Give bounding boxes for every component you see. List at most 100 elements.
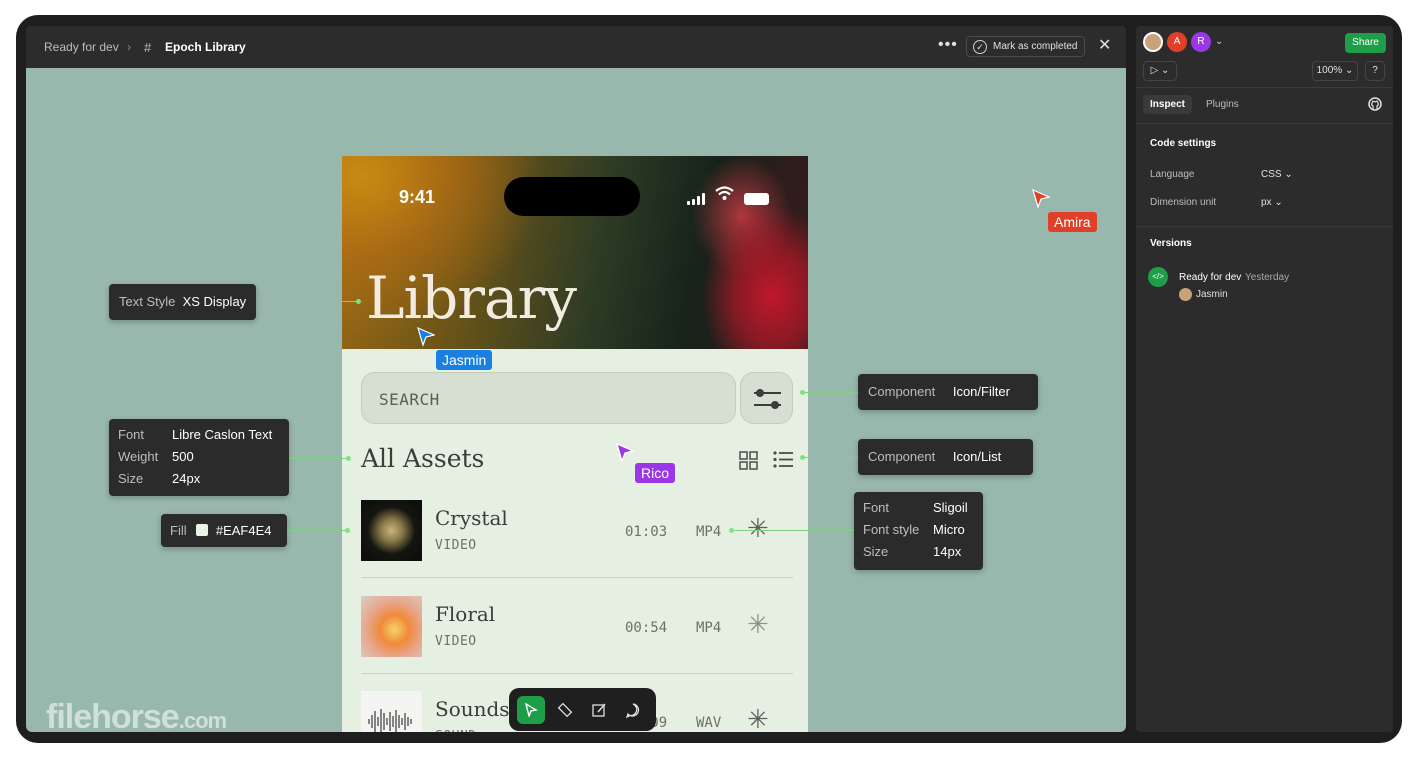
app-window: Ready for dev › # Epoch Library ••• ✓ Ma…	[16, 15, 1402, 743]
mark-completed-button[interactable]: ✓ Mark as completed	[966, 36, 1086, 57]
watermark-logo: filehorse.com	[46, 698, 227, 732]
version-author: Jasmin	[1196, 289, 1228, 300]
zoom-select[interactable]: 100% ⌄	[1312, 61, 1358, 81]
comment-icon	[625, 702, 640, 718]
tab-inspect[interactable]: Inspect	[1143, 95, 1193, 114]
color-swatch	[196, 524, 209, 536]
breadcrumb-current[interactable]: Epoch Library	[165, 40, 246, 54]
version-name[interactable]: Ready for dev	[1179, 272, 1241, 283]
cursor-label-rico: Rico	[635, 463, 676, 483]
select-tool-button[interactable]	[517, 695, 545, 724]
annotation-value: 500	[172, 449, 194, 464]
dimension-unit-label: Dimension unit	[1150, 197, 1217, 208]
asset-thumbnail	[361, 691, 422, 732]
list-component-annotation: Component Icon/List	[858, 439, 1033, 475]
annotation-connector	[287, 530, 347, 531]
share-button[interactable]: Share	[1345, 33, 1386, 53]
asterisk-icon[interactable]: ✳	[747, 611, 769, 637]
row-divider	[361, 577, 793, 578]
annotation-connector	[734, 530, 854, 531]
search-input[interactable]: SEARCH	[361, 372, 736, 424]
measure-tool-button[interactable]	[551, 696, 579, 724]
present-button[interactable]: ▷ ⌄	[1143, 61, 1177, 81]
watermark-text: filehorse	[46, 698, 180, 732]
annotation-anchor	[800, 390, 805, 395]
cursor-label-jasmin: Jasmin	[436, 350, 493, 370]
asset-duration: 01:03	[625, 524, 668, 540]
annotation-anchor	[800, 455, 805, 460]
avatar[interactable]: A	[1167, 32, 1187, 52]
asset-title: Floral	[435, 602, 496, 626]
mono-font-annotation: Font Sligoil Font style Micro Size 14px	[854, 492, 983, 570]
canvas-topbar: Ready for dev › # Epoch Library ••• ✓ Ma…	[26, 26, 1126, 68]
cursor-arrow-icon	[417, 327, 435, 347]
code-settings-heading: Code settings	[1150, 138, 1217, 149]
annotation-value: #EAF4E4	[215, 523, 272, 538]
language-select[interactable]: CSS ⌄	[1261, 169, 1293, 180]
annotation-value: Icon/Filter	[952, 384, 1010, 399]
more-vertical-icon[interactable]: ⋮	[805, 704, 808, 722]
annotation-anchor	[729, 528, 734, 533]
avatar[interactable]: R	[1191, 32, 1211, 52]
asterisk-icon[interactable]: ✳	[747, 515, 769, 541]
asset-duration: 00:54	[625, 620, 668, 636]
filter-button[interactable]	[740, 372, 793, 424]
more-vertical-icon[interactable]: ⋮	[805, 609, 808, 627]
asset-title: Crystal	[435, 506, 508, 530]
annotation-key: Text Style	[119, 294, 176, 309]
annotation-connector	[266, 301, 358, 302]
phone-frame[interactable]: 9:41 Library SEARCH All Assets Crystal V…	[342, 156, 808, 732]
close-icon[interactable]: ✕	[1098, 35, 1111, 55]
annotation-key: Weight	[118, 449, 159, 464]
annotate-tool-button[interactable]	[585, 696, 613, 724]
annotation-connector	[802, 457, 858, 458]
grid-view-icon[interactable]	[739, 451, 758, 470]
row-divider	[361, 673, 793, 674]
asset-format: MP4	[696, 620, 722, 636]
annotation-value: Micro	[933, 522, 965, 537]
help-button[interactable]: ?	[1365, 61, 1385, 81]
bottom-toolbar	[509, 688, 656, 731]
annotation-key: Font	[118, 427, 145, 442]
section-title: All Assets	[361, 444, 485, 473]
annotation-connector	[289, 458, 348, 459]
annotation-anchor	[345, 528, 350, 533]
annotation-value: Libre Caslon Text	[172, 427, 273, 442]
filter-component-annotation: Component Icon/Filter	[858, 374, 1038, 410]
more-vertical-icon[interactable]: ⋮	[805, 513, 808, 531]
frame-icon: #	[144, 39, 152, 55]
comment-tool-button[interactable]	[619, 696, 647, 724]
annotation-value: XS Display	[182, 294, 247, 309]
text-style-annotation: Text Style XS Display	[109, 284, 257, 320]
annotation-key: Component	[868, 449, 936, 464]
annotation-anchor	[356, 299, 361, 304]
dimension-unit-select[interactable]: px ⌄	[1261, 197, 1283, 208]
page-title: Library	[366, 264, 577, 332]
asset-thumbnail	[361, 500, 422, 561]
code-icon: </>	[1148, 267, 1168, 287]
breadcrumb-parent[interactable]: Ready for dev	[44, 40, 119, 54]
list-view-icon[interactable]	[773, 450, 793, 469]
avatar[interactable]	[1143, 32, 1163, 52]
design-canvas[interactable]: Ready for dev › # Epoch Library ••• ✓ Ma…	[26, 26, 1126, 732]
asset-thumbnail	[361, 596, 422, 657]
github-icon[interactable]	[1368, 97, 1382, 111]
cursor-arrow-icon	[1032, 189, 1050, 209]
signal-icon	[687, 193, 705, 205]
annotation-key: Size	[863, 544, 889, 559]
annotation-value: Sligoil	[933, 500, 968, 515]
asterisk-icon[interactable]: ✳	[747, 706, 769, 732]
divider	[1136, 226, 1393, 227]
asset-type: VIDEO	[435, 538, 477, 553]
collaborator-avatars[interactable]: A R ⌄	[1143, 32, 1223, 52]
edit-icon	[592, 703, 606, 717]
inspect-panel: A R ⌄ Share ▷ ⌄ 100% ⌄ ? Inspect Plugins…	[1136, 26, 1393, 732]
annotation-key: Font	[863, 500, 890, 515]
asset-type: SOUND	[435, 729, 477, 732]
tab-plugins[interactable]: Plugins	[1206, 99, 1239, 110]
more-options-button[interactable]: •••	[938, 36, 958, 54]
filter-icon	[754, 389, 781, 409]
list-item[interactable]: Floral VIDEO 00:54 MP4 ✳ ⋮	[361, 596, 808, 658]
status-time: 9:41	[399, 187, 436, 207]
chevron-down-icon[interactable]: ⌄	[1215, 32, 1223, 52]
